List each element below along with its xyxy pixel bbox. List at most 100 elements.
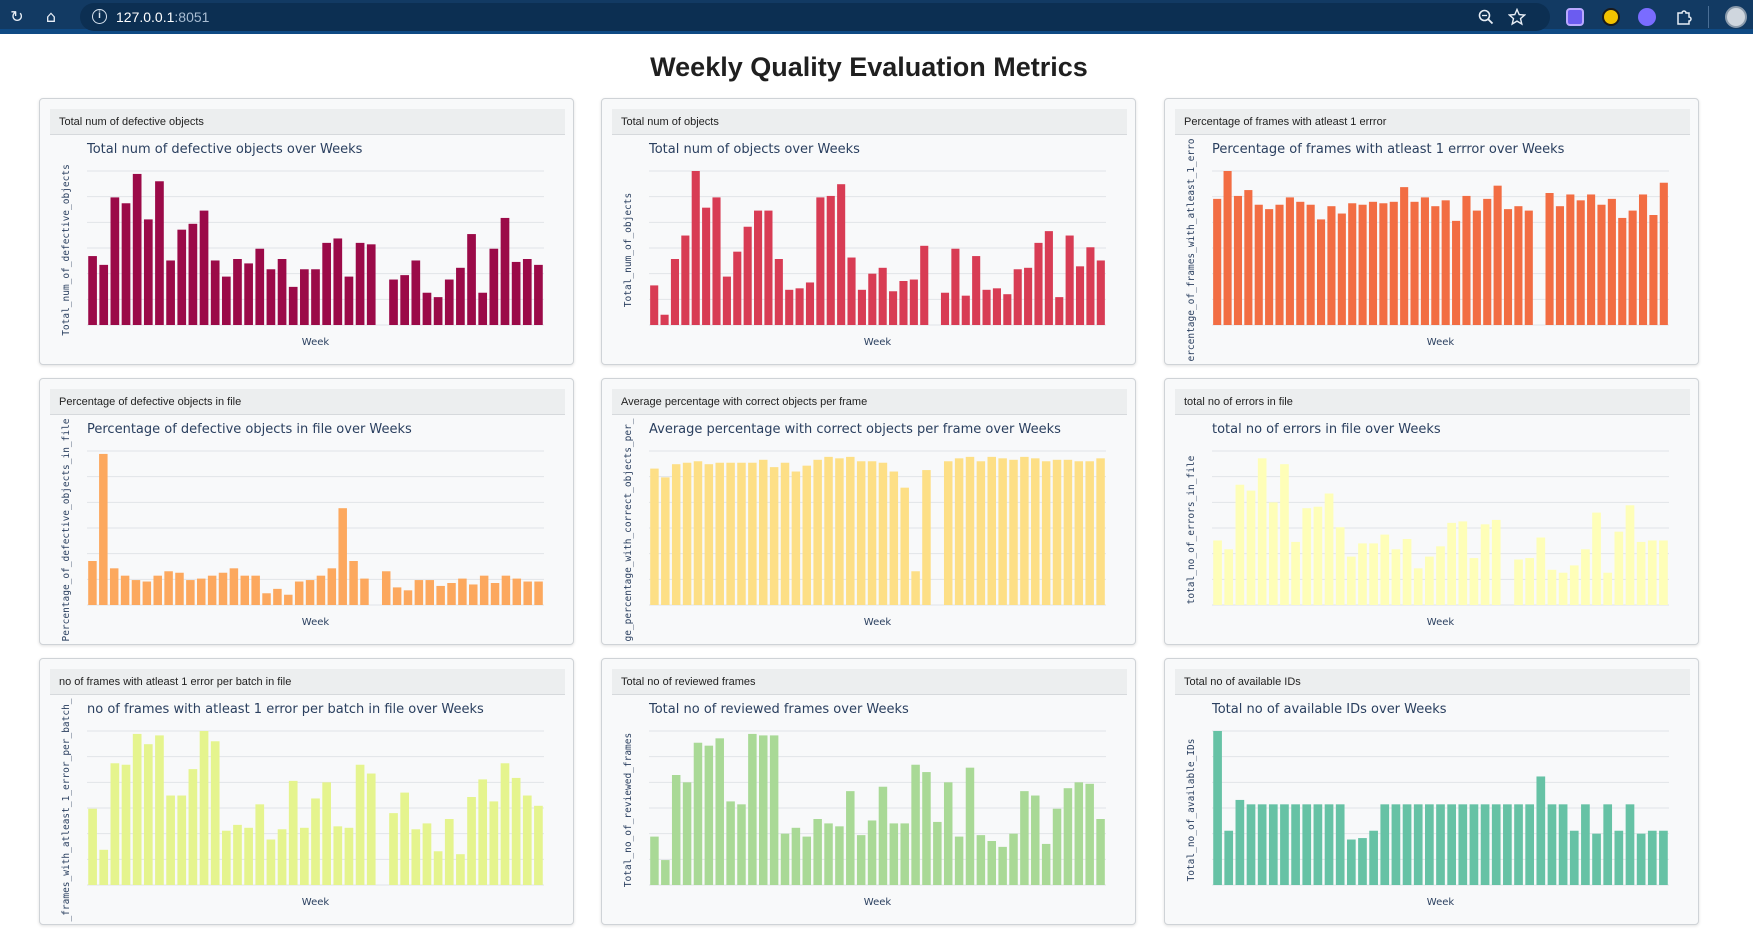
- bar: [911, 764, 920, 885]
- bar: [444, 819, 454, 885]
- bar: [389, 813, 398, 885]
- extensions-puzzle-icon[interactable]: [1674, 7, 1694, 27]
- bar: [1410, 201, 1419, 325]
- bar: [1469, 558, 1479, 605]
- bar: [500, 217, 510, 325]
- bar: [197, 578, 206, 605]
- bar: [1462, 195, 1471, 325]
- bar: [277, 829, 287, 885]
- bar: [722, 276, 731, 325]
- bar: [1636, 833, 1646, 885]
- y-axis-label: Total_no_of_reviewed_frames: [623, 733, 634, 887]
- bar: [244, 827, 253, 885]
- bar: [661, 477, 670, 605]
- bar: [1368, 201, 1378, 325]
- home-icon[interactable]: ⌂: [40, 6, 62, 28]
- bar: [940, 292, 950, 325]
- bar: [1413, 804, 1423, 885]
- bar: [1436, 804, 1445, 885]
- bar: [1389, 201, 1398, 325]
- bar: [1020, 456, 1029, 605]
- bar: [467, 234, 476, 325]
- profile-avatar-icon[interactable]: [1725, 6, 1747, 28]
- bar: [1614, 531, 1624, 605]
- bar: [868, 273, 877, 325]
- bar: [1224, 549, 1234, 605]
- bar: [889, 823, 899, 885]
- extension-smiley-icon[interactable]: [1602, 8, 1620, 26]
- bar-chart: Percentage of frames with atleast 1 errr…: [1186, 138, 1669, 362]
- bar: [1335, 527, 1345, 605]
- bar: [366, 244, 376, 325]
- bar: [857, 289, 866, 325]
- bar: [1576, 200, 1585, 325]
- bar: [1618, 217, 1627, 325]
- bar: [1055, 297, 1064, 325]
- bar: [333, 826, 343, 885]
- x-axis-label: Week: [864, 617, 892, 628]
- bar: [900, 487, 909, 605]
- bookmark-star-icon[interactable]: [1508, 8, 1526, 26]
- bar: [1647, 540, 1657, 605]
- bar: [780, 462, 790, 605]
- extension-camera-icon[interactable]: [1566, 8, 1584, 26]
- bar: [1491, 804, 1501, 885]
- bar: [1280, 464, 1289, 605]
- bar: [522, 795, 532, 885]
- bar: [943, 461, 953, 605]
- x-axis-label: Week: [1427, 897, 1455, 908]
- bar: [1491, 519, 1501, 605]
- bar: [266, 839, 276, 885]
- bar: [1514, 804, 1523, 885]
- chart-title: no of frames with atleast 1 error per ba…: [87, 702, 484, 717]
- bar: [1063, 459, 1073, 605]
- bar: [1031, 458, 1040, 605]
- bar: [1525, 558, 1535, 605]
- bar: [153, 575, 162, 605]
- address-bar[interactable]: i 127.0.0.1:8051: [80, 3, 1550, 31]
- zoom-icon[interactable]: [1478, 9, 1494, 25]
- bar: [1265, 209, 1274, 325]
- bar: [1041, 461, 1051, 605]
- url-host: 127.0.0.1: [116, 9, 175, 25]
- chart-title: total no of errors in file over Weeks: [1212, 422, 1441, 437]
- bar: [1034, 242, 1043, 325]
- bar: [748, 462, 757, 605]
- bar: [1558, 572, 1568, 605]
- extension-mask-icon[interactable]: [1638, 8, 1656, 26]
- bar: [1085, 783, 1094, 885]
- bar: [650, 836, 659, 885]
- bar: [143, 744, 153, 885]
- chart-title: Percentage of frames with atleast 1 errr…: [1212, 142, 1565, 157]
- bar: [1096, 260, 1105, 325]
- x-axis-label: Week: [864, 897, 892, 908]
- bar: [389, 279, 398, 325]
- bar: [99, 453, 108, 605]
- bar: [1425, 556, 1434, 605]
- bar: [489, 248, 499, 325]
- bar: [229, 568, 239, 605]
- reload-icon[interactable]: ↻: [6, 6, 28, 28]
- bar: [835, 458, 844, 605]
- bar: [785, 289, 794, 325]
- bar: [1420, 197, 1429, 325]
- bar: [1638, 194, 1648, 325]
- bar: [500, 763, 510, 885]
- bar: [1493, 185, 1502, 325]
- site-info-icon[interactable]: i: [92, 9, 107, 24]
- bar: [1413, 568, 1423, 605]
- bar: [1358, 543, 1367, 605]
- bar: [400, 792, 410, 885]
- bar: [1324, 493, 1334, 605]
- bar: [1306, 204, 1315, 325]
- url-text[interactable]: 127.0.0.1:8051: [116, 9, 209, 25]
- bar: [1244, 190, 1253, 325]
- bar: [1514, 559, 1523, 605]
- bar: [221, 276, 231, 325]
- bar: [715, 462, 724, 605]
- bar: [88, 561, 97, 605]
- bar: [712, 197, 721, 325]
- bar: [1380, 534, 1390, 605]
- bar: [447, 583, 456, 605]
- bar: [411, 829, 421, 885]
